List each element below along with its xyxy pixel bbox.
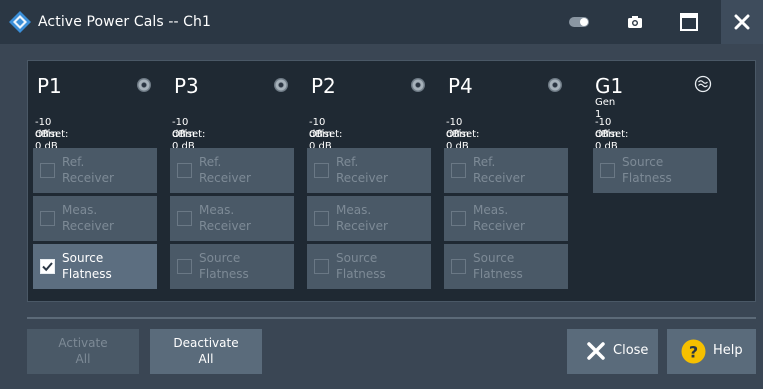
checkbox-checked bbox=[40, 259, 55, 274]
help-label: Help bbox=[713, 343, 743, 358]
ref-receiver-button-p3: Ref. Receiver bbox=[170, 148, 294, 193]
checkbox bbox=[40, 163, 55, 178]
checkbox bbox=[451, 211, 466, 226]
button-label-line2: Flatness bbox=[336, 267, 386, 281]
button-label-line2: Receiver bbox=[473, 219, 525, 233]
button-label-line1: Ref. bbox=[199, 155, 222, 169]
meas-receiver-button-p4: Meas. Receiver bbox=[444, 196, 568, 241]
svg-text:?: ? bbox=[689, 343, 698, 362]
button-label-line2: Receiver bbox=[473, 171, 525, 185]
meas-receiver-button-p2: Meas. Receiver bbox=[307, 196, 431, 241]
source-flatness-button-p3: Source Flatness bbox=[170, 244, 294, 289]
toggle-icon[interactable] bbox=[569, 17, 589, 27]
checkbox bbox=[177, 211, 192, 226]
checkbox bbox=[177, 259, 192, 274]
button-label-line2: Receiver bbox=[199, 219, 251, 233]
deactivate-all-button[interactable]: Deactivate All bbox=[150, 329, 262, 374]
button-label-line1: Source bbox=[199, 251, 241, 265]
ref-receiver-button-p1: Ref. Receiver bbox=[33, 148, 157, 193]
checkbox bbox=[314, 211, 329, 226]
button-label-line1: Meas. bbox=[336, 203, 372, 217]
close-x-icon bbox=[587, 342, 605, 360]
source-flatness-button-p2: Source Flatness bbox=[307, 244, 431, 289]
ref-receiver-button-p2: Ref. Receiver bbox=[307, 148, 431, 193]
checkbox bbox=[451, 259, 466, 274]
button-label-line1: Ref. bbox=[336, 155, 359, 169]
button-label-line1: Source bbox=[473, 251, 515, 265]
maximize-icon[interactable] bbox=[680, 13, 698, 31]
port-connector-icon bbox=[411, 78, 425, 92]
port-name: P3 bbox=[174, 74, 199, 98]
signal-generator-icon bbox=[694, 75, 712, 93]
port-name: P1 bbox=[37, 74, 62, 98]
activate-label-line2: All bbox=[75, 352, 91, 366]
button-label-line1: Source bbox=[336, 251, 378, 265]
source-flatness-button-g1: Source Flatness bbox=[593, 148, 717, 193]
activate-label-line1: Activate bbox=[58, 336, 108, 350]
close-button[interactable]: Close bbox=[567, 329, 658, 374]
checkmark-icon bbox=[42, 262, 53, 272]
button-label-line2: Flatness bbox=[199, 267, 249, 281]
help-button[interactable]: ? Help bbox=[667, 329, 756, 374]
checkbox bbox=[314, 163, 329, 178]
port-name: P2 bbox=[311, 74, 336, 98]
deactivate-label-line2: All bbox=[198, 352, 214, 366]
activate-all-button: Activate All bbox=[27, 329, 139, 374]
button-label-line1: Source bbox=[622, 155, 664, 169]
checkbox bbox=[177, 163, 192, 178]
button-label-line1: Source bbox=[62, 251, 104, 265]
source-flatness-button-p1[interactable]: Source Flatness bbox=[33, 244, 157, 289]
window-title: Active Power Cals -- Ch1 bbox=[38, 14, 212, 30]
port-connector-icon bbox=[274, 78, 288, 92]
button-label-line2: Receiver bbox=[62, 219, 114, 233]
close-label: Close bbox=[613, 343, 649, 358]
checkbox bbox=[40, 211, 55, 226]
meas-receiver-button-p3: Meas. Receiver bbox=[170, 196, 294, 241]
button-label-line1: Meas. bbox=[199, 203, 235, 217]
button-label-line2: Receiver bbox=[62, 171, 114, 185]
button-label-line2: Flatness bbox=[622, 171, 672, 185]
deactivate-label-line1: Deactivate bbox=[173, 336, 239, 350]
button-label-line1: Meas. bbox=[62, 203, 98, 217]
button-label-line1: Ref. bbox=[62, 155, 85, 169]
button-label-line2: Receiver bbox=[336, 171, 388, 185]
power-cal-panel: P1 -10 dBm Offset: 0 dB Ref. Receiver Mea… bbox=[27, 60, 756, 302]
button-label-line2: Receiver bbox=[199, 171, 251, 185]
checkbox bbox=[451, 163, 466, 178]
title-bar: Active Power Cals -- Ch1 bbox=[0, 0, 763, 44]
port-connector-icon bbox=[548, 78, 562, 92]
separator bbox=[27, 317, 756, 319]
button-label-line1: Ref. bbox=[473, 155, 496, 169]
button-label-line2: Flatness bbox=[62, 267, 112, 281]
checkbox bbox=[314, 259, 329, 274]
port-name: P4 bbox=[448, 74, 473, 98]
generator-name: G1 bbox=[595, 74, 624, 98]
checkbox bbox=[600, 163, 615, 178]
source-flatness-button-p4: Source Flatness bbox=[444, 244, 568, 289]
port-connector-icon bbox=[137, 78, 151, 92]
help-question-icon: ? bbox=[681, 339, 706, 364]
camera-icon[interactable] bbox=[627, 14, 643, 30]
window-close-button[interactable] bbox=[721, 0, 763, 44]
button-label-line2: Receiver bbox=[336, 219, 388, 233]
rs-logo-icon bbox=[9, 11, 31, 33]
ref-receiver-button-p4: Ref. Receiver bbox=[444, 148, 568, 193]
meas-receiver-button-p1: Meas. Receiver bbox=[33, 196, 157, 241]
close-icon bbox=[734, 14, 750, 30]
button-label-line1: Meas. bbox=[473, 203, 509, 217]
button-label-line2: Flatness bbox=[473, 267, 523, 281]
